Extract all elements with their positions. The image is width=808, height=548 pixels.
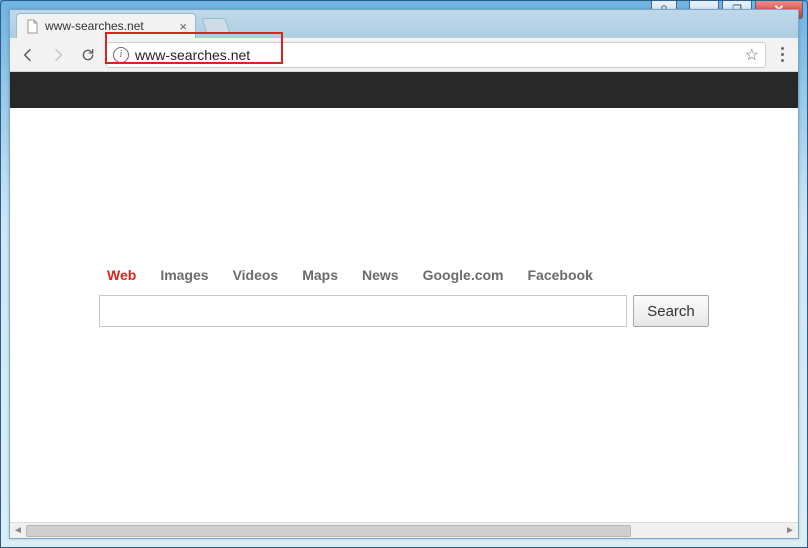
url-input[interactable] — [135, 47, 739, 63]
nav-web[interactable]: Web — [107, 267, 136, 283]
scroll-right-arrow-icon[interactable]: ► — [782, 523, 798, 539]
nav-videos[interactable]: Videos — [233, 267, 279, 283]
browser-window: www-searches.net × i ☆ — [9, 9, 799, 539]
search-input[interactable] — [99, 295, 627, 327]
scrollbar-track[interactable] — [26, 524, 782, 538]
nav-facebook[interactable]: Facebook — [528, 267, 593, 283]
tab-title: www-searches.net — [45, 19, 173, 33]
search-button[interactable]: Search — [633, 295, 709, 327]
search-area: Web Images Videos Maps News Google.com F… — [99, 267, 709, 327]
page-header-bar — [10, 72, 798, 108]
category-nav: Web Images Videos Maps News Google.com F… — [99, 267, 709, 283]
browser-tab[interactable]: www-searches.net × — [16, 13, 196, 38]
bookmark-star-icon[interactable]: ☆ — [745, 45, 759, 65]
os-window: — ❐ ✕ www-searches.net × — [0, 0, 808, 548]
reload-button[interactable] — [76, 43, 100, 67]
nav-images[interactable]: Images — [160, 267, 208, 283]
close-tab-icon[interactable]: × — [179, 19, 187, 34]
chrome-menu-button[interactable] — [772, 43, 792, 66]
new-tab-button[interactable] — [201, 18, 230, 34]
scroll-left-arrow-icon[interactable]: ◄ — [10, 523, 26, 539]
browser-toolbar: i ☆ — [10, 38, 798, 72]
nav-news[interactable]: News — [362, 267, 399, 283]
forward-button[interactable] — [46, 43, 70, 67]
page-favicon-icon — [25, 19, 39, 33]
site-info-icon[interactable]: i — [113, 47, 129, 63]
nav-maps[interactable]: Maps — [302, 267, 338, 283]
scrollbar-thumb[interactable] — [26, 525, 631, 537]
page-content: Web Images Videos Maps News Google.com F… — [10, 72, 798, 538]
horizontal-scrollbar[interactable]: ◄ ► — [10, 522, 798, 538]
tab-strip: www-searches.net × — [10, 10, 798, 38]
nav-google[interactable]: Google.com — [423, 267, 504, 283]
address-bar[interactable]: i ☆ — [106, 42, 766, 68]
back-button[interactable] — [16, 43, 40, 67]
